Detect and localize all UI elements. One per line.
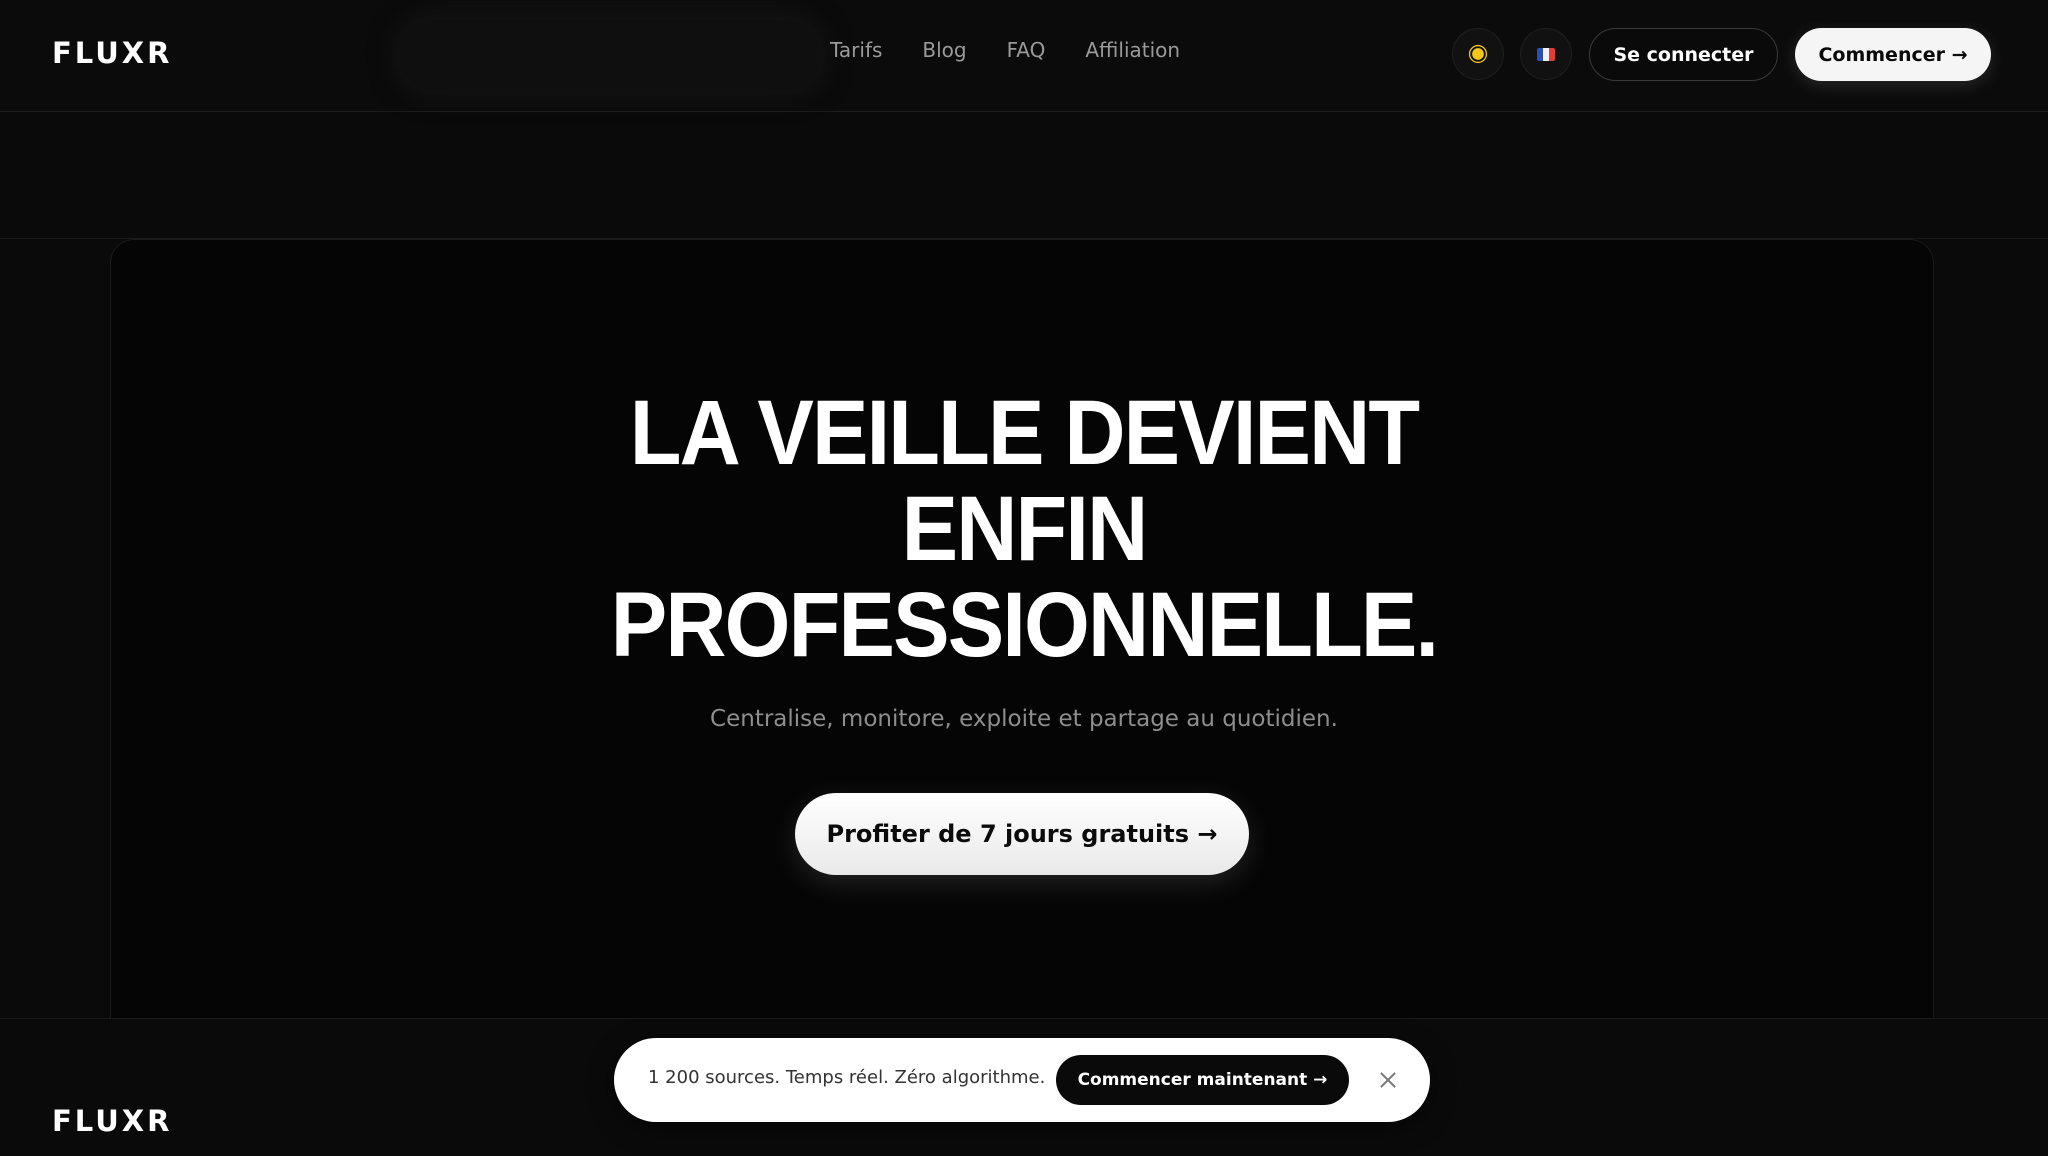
- start-button[interactable]: Commencer →: [1795, 28, 1991, 81]
- hero-title-line: ENFIN: [901, 478, 1149, 580]
- logo[interactable]: FLUXR: [52, 36, 173, 70]
- close-icon[interactable]: [1376, 1068, 1400, 1092]
- start-now-button[interactable]: Commencer maintenant →: [1056, 1055, 1349, 1105]
- nav-link-faq[interactable]: FAQ: [1007, 38, 1046, 62]
- hero-subtitle: Centralise, monitore, exploite et partag…: [710, 706, 1338, 732]
- nav-link-affiliation[interactable]: Affiliation: [1085, 38, 1180, 62]
- hero-title-line: PROFESSIONNELLE.: [610, 574, 1439, 676]
- hero-title: LA VEILLE DEVIENT ENFIN PROFESSIONNELLE.: [82, 385, 1966, 673]
- login-button[interactable]: Se connecter: [1589, 28, 1778, 81]
- site-header: FLUXR Tarifs Blog FAQ Affiliation Se con…: [0, 0, 2048, 112]
- free-trial-button[interactable]: Profiter de 7 jours gratuits →: [795, 793, 1249, 875]
- footer-logo[interactable]: FLUXR: [52, 1104, 173, 1138]
- nav-link-tarifs[interactable]: Tarifs: [830, 38, 882, 62]
- promo-banner: 1 200 sources. Temps réel. Zéro algorith…: [614, 1038, 1430, 1122]
- french-flag-icon: [1537, 47, 1555, 61]
- banner-text: 1 200 sources. Temps réel. Zéro algorith…: [648, 1067, 1046, 1088]
- main-nav: Tarifs Blog FAQ Affiliation: [830, 38, 1220, 62]
- sun-icon: [1472, 48, 1484, 60]
- language-button[interactable]: [1520, 28, 1572, 80]
- nav-link-blog[interactable]: Blog: [922, 38, 966, 62]
- hero-title-line: LA VEILLE DEVIENT: [629, 382, 1420, 484]
- nav-backdrop: [400, 20, 820, 90]
- theme-toggle-button[interactable]: [1452, 28, 1504, 80]
